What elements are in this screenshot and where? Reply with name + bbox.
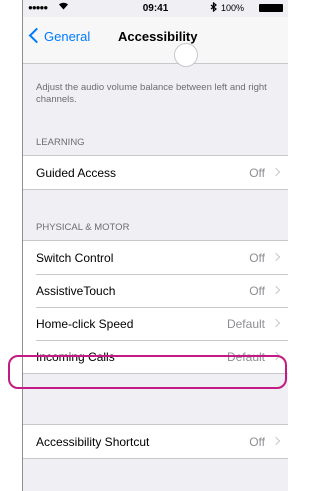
cell-value: Default [226,317,265,331]
cell-label: AssistiveTouch [36,284,116,298]
chevron-right-icon [271,167,281,177]
cell-label: Accessibility Shortcut [36,435,150,449]
incoming-calls-highlight [8,355,287,389]
cell-value: Off [249,435,265,449]
cell-home-click-speed[interactable]: Home-click Speed Default [23,307,288,340]
battery-icon [259,4,283,12]
section-header-physical-motor: PHYSICAL & MOTOR [36,222,130,233]
back-button[interactable]: General [44,29,90,44]
section-header-learning: LEARNING [36,137,85,148]
page-title: Accessibility [118,29,198,44]
group-physical-motor: Switch Control Off AssistiveTouch Off Ho… [23,240,288,374]
chevron-left-icon[interactable] [28,27,45,44]
cell-guided-access[interactable]: Guided Access Off [23,156,288,189]
chevron-right-icon [271,436,281,446]
cell-value: Off [249,284,265,298]
balance-slider-knob[interactable] [174,43,198,67]
chevron-right-icon [271,285,281,295]
cell-value: Off [249,251,265,265]
navigation-bar: General Accessibility [23,17,288,64]
phone-screen: ●●●●● 09:41 100% General Accessibility A… [22,0,288,491]
group-shortcut: Accessibility Shortcut Off [23,424,288,459]
cell-switch-control[interactable]: Switch Control Off [23,241,288,274]
group-learning: Guided Access Off [23,155,288,190]
cell-assistivetouch[interactable]: AssistiveTouch Off [23,274,288,307]
cell-value: Off [249,166,265,180]
status-bar: ●●●●● 09:41 100% [23,0,288,16]
cell-label: Home-click Speed [36,317,134,331]
bluetooth-icon [210,1,217,15]
cell-label: Switch Control [36,251,114,265]
audio-balance-description: Adjust the audio volume balance between … [36,82,267,105]
status-time: 09:41 [142,3,169,14]
battery-percent: 100% [221,3,245,13]
cell-accessibility-shortcut[interactable]: Accessibility Shortcut Off [23,425,288,458]
cell-label: Guided Access [36,166,117,180]
chevron-right-icon [271,252,281,262]
chevron-right-icon [271,318,281,328]
